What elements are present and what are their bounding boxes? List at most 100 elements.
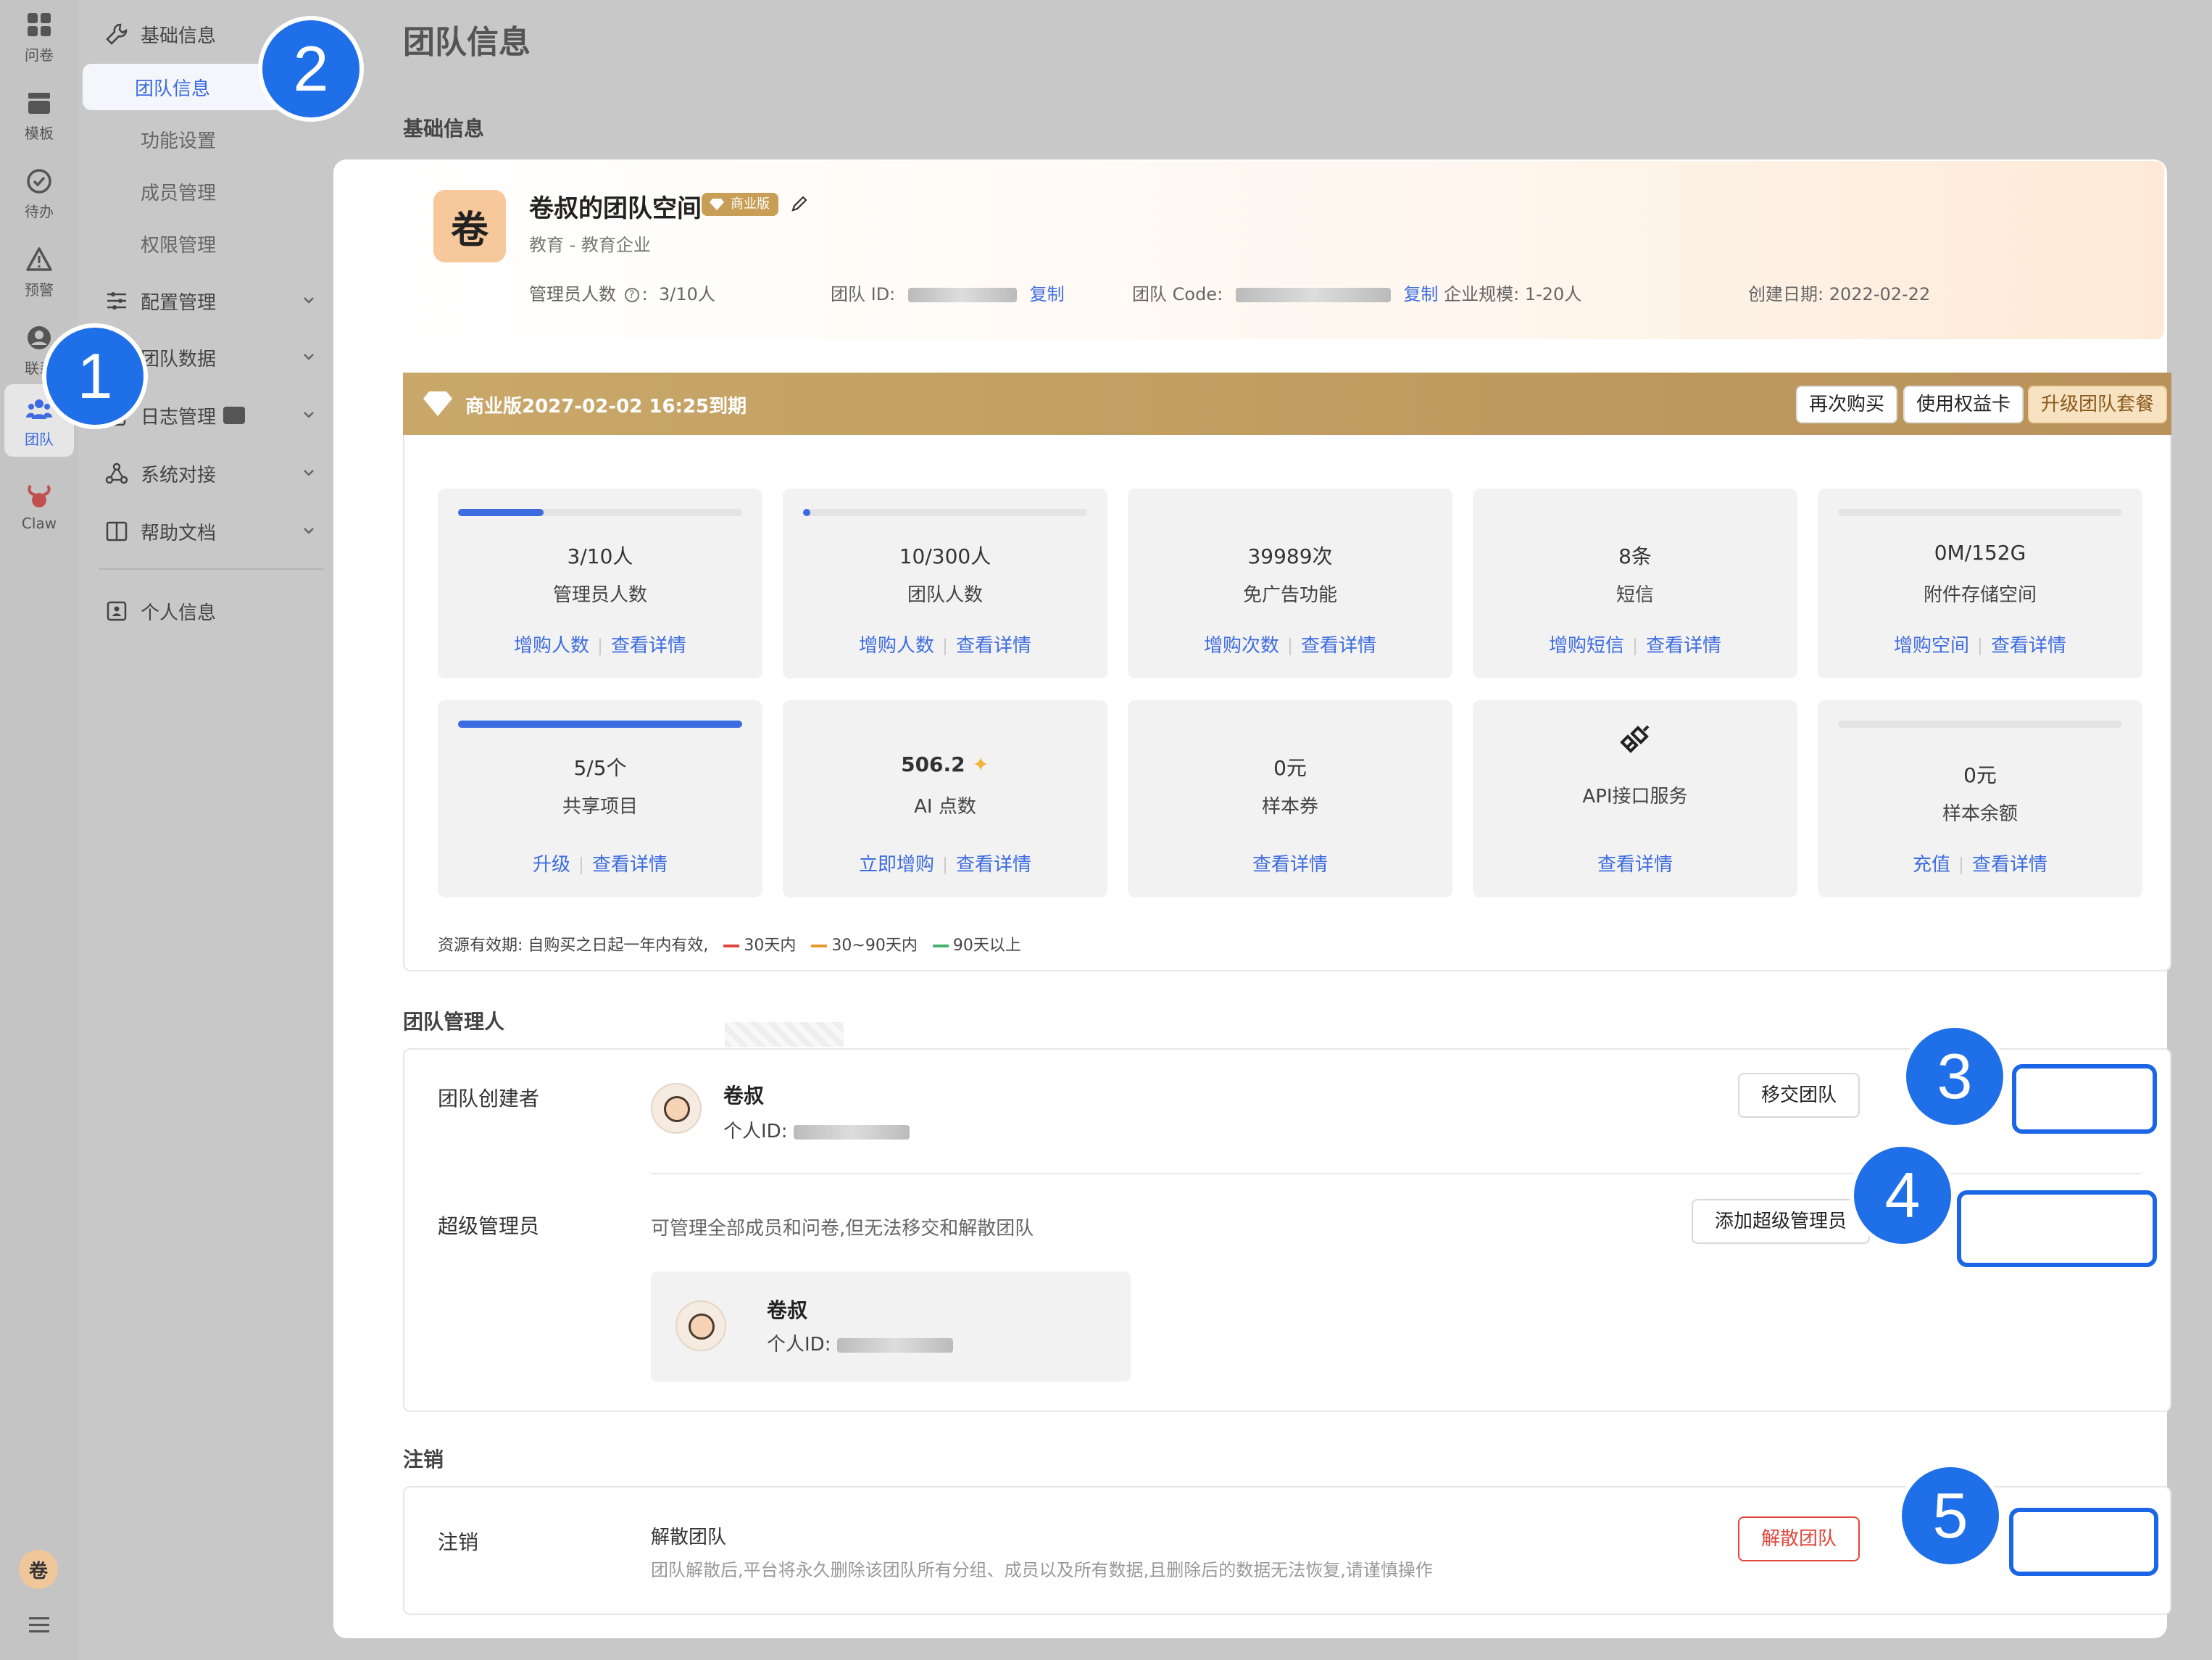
resource-value: 8条 — [1618, 544, 1652, 568]
add-super-admin-button[interactable]: 添加超级管理员 — [1692, 1199, 1871, 1244]
resource-sample-balance: 0元 样本余额 充值 查看详情 — [1818, 700, 2142, 897]
resource-name: 样本余额 — [1942, 803, 2018, 825]
buy-again-button[interactable]: 再次购买 — [1796, 386, 1898, 423]
nav-label: 团队数据 — [141, 348, 217, 370]
transfer-team-button[interactable]: 移交团队 — [1738, 1073, 1860, 1118]
chevron-down-icon — [304, 470, 314, 476]
legend-red-swatch — [723, 945, 740, 947]
rail-label: 待办 — [25, 203, 54, 220]
check-circle-icon — [27, 169, 51, 194]
resource-ai-points: 506.2 ✦ AI 点数 立即增购 查看详情 — [783, 700, 1107, 897]
nav-help-docs[interactable]: 帮助文档 — [93, 509, 332, 554]
id-card-icon — [107, 601, 127, 621]
progress-bar — [458, 721, 742, 728]
rail-item-claw[interactable]: Claw — [0, 471, 78, 544]
resource-name: 免广告功能 — [1242, 584, 1337, 606]
nav-label: 功能设置 — [141, 130, 217, 152]
view-details-link[interactable]: 查看详情 — [956, 854, 1031, 876]
diamond-icon — [710, 199, 724, 210]
view-details-link[interactable]: 查看详情 — [1972, 854, 2047, 876]
highlight-add-super — [1957, 1190, 2157, 1267]
buy-now-link[interactable]: 立即增购 — [859, 854, 934, 876]
rail-label: 团队 — [25, 431, 54, 448]
buy-more-link[interactable]: 增购人数 — [514, 635, 589, 657]
created-value: 2022-02-22 — [1829, 284, 1931, 304]
admin-count-meta: 管理员人数 ?: 3/10人 — [529, 284, 715, 304]
edition-badge-label: 商业版 — [731, 196, 770, 212]
view-details-link[interactable]: 查看详情 — [592, 854, 668, 876]
nav-config-mgmt[interactable]: 配置管理 — [93, 278, 332, 323]
scale-value: 1-20人 — [1524, 284, 1582, 304]
super-admin-name: 卷叔 — [767, 1298, 808, 1322]
buy-more-link[interactable]: 增购次数 — [1204, 635, 1279, 657]
sparkle-icon: ✦ — [972, 752, 989, 776]
super-admin-card: 卷叔 个人ID: — [651, 1271, 1131, 1382]
team-logo: 卷 — [433, 190, 506, 262]
nav-feature-settings[interactable]: 功能设置 — [83, 116, 336, 162]
nav-system-integration[interactable]: 系统对接 — [93, 451, 332, 496]
resource-storage: 0M/152G 附件存储空间 增购空间 查看详情 — [1818, 489, 2142, 678]
hamburger-icon[interactable] — [28, 1614, 51, 1637]
edit-icon[interactable] — [790, 194, 809, 213]
copy-code-link[interactable]: 复制 — [1403, 284, 1438, 304]
rail-item-questionnaire[interactable]: 问卷 — [0, 0, 78, 72]
team-code-label: 团队 Code: — [1132, 284, 1223, 304]
buy-more-link[interactable]: 增购人数 — [859, 635, 934, 657]
upgrade-link[interactable]: 升级 — [533, 854, 570, 876]
view-details-link[interactable]: 查看详情 — [1991, 635, 2066, 657]
chevron-down-icon — [304, 412, 314, 418]
resource-value: 39989次 — [1247, 544, 1333, 568]
uid-redacted — [793, 1124, 910, 1140]
resource-actions: 增购人数 查看详情 — [783, 631, 1107, 657]
use-card-button[interactable]: 使用权益卡 — [1903, 386, 2024, 423]
view-details-link[interactable]: 查看详情 — [1597, 854, 1673, 876]
copy-id-link[interactable]: 复制 — [1030, 284, 1065, 304]
resource-actions: 增购人数 查看详情 — [438, 631, 762, 657]
recharge-link[interactable]: 充值 — [1913, 854, 1950, 876]
rail-label: 模板 — [25, 125, 54, 142]
resource-name: AI 点数 — [914, 796, 976, 818]
rail-item-todo[interactable]: 待办 — [0, 157, 78, 229]
rail-item-alert[interactable]: 预警 — [0, 235, 78, 307]
nav-label: 系统对接 — [141, 464, 217, 486]
progress-fill — [458, 509, 544, 516]
rail-item-template[interactable]: 模板 — [0, 78, 78, 151]
view-details-link[interactable]: 查看详情 — [1646, 635, 1721, 657]
wrench-icon — [106, 23, 128, 45]
nav-personal-info[interactable]: 个人信息 — [93, 589, 332, 634]
team-code-redacted — [1235, 288, 1391, 302]
resource-actions: 充值 查看详情 — [1818, 850, 2142, 876]
nav-permission-mgmt[interactable]: 权限管理 — [83, 220, 336, 267]
section-managers: 团队管理人 — [403, 1010, 505, 1034]
nav-member-mgmt[interactable]: 成员管理 — [83, 168, 336, 215]
chevron-down-icon — [304, 297, 314, 304]
help-icon[interactable]: ? — [624, 288, 639, 302]
view-details-link[interactable]: 查看详情 — [956, 635, 1031, 657]
highlight-dissolve — [2009, 1508, 2158, 1576]
action-divider — [1979, 637, 1981, 655]
action-divider — [581, 856, 582, 874]
plan-expiry: 商业版2027-02-02 16:25到期 — [465, 396, 747, 418]
action-divider — [599, 637, 601, 655]
view-details-link[interactable]: 查看详情 — [1301, 635, 1376, 657]
buy-more-link[interactable]: 增购短信 — [1549, 635, 1624, 657]
view-details-link[interactable]: 查看详情 — [611, 635, 686, 657]
upgrade-plan-button[interactable]: 升级团队套餐 — [2028, 386, 2168, 423]
resource-name: API接口服务 — [1582, 786, 1688, 808]
resource-api: API接口服务 查看详情 — [1473, 700, 1797, 897]
resource-value: 0M/152G — [1934, 541, 2026, 565]
avatar-face — [664, 1096, 690, 1122]
user-avatar[interactable]: 卷 — [19, 1550, 58, 1589]
view-details-link[interactable]: 查看详情 — [1252, 854, 1328, 876]
section-basic-info: 基础信息 — [403, 117, 485, 141]
sub-nav: 基础信息 团队信息 功能设置 成员管理 权限管理 配置管理 团队数据 日志管理 … — [78, 0, 339, 1660]
dissolve-title: 解散团队 — [651, 1527, 727, 1548]
resource-name: 团队人数 — [907, 584, 983, 606]
admin-count-value: 3/10人 — [658, 284, 715, 304]
resource-sample-coupon: 0元 样本券 查看详情 — [1128, 700, 1452, 897]
buy-more-link[interactable]: 增购空间 — [1894, 635, 1969, 657]
rail-label: 问卷 — [25, 46, 54, 64]
super-admin-id: 个人ID: — [767, 1329, 953, 1356]
callout-1: 1 — [42, 323, 148, 429]
dissolve-team-button[interactable]: 解散团队 — [1738, 1516, 1860, 1561]
